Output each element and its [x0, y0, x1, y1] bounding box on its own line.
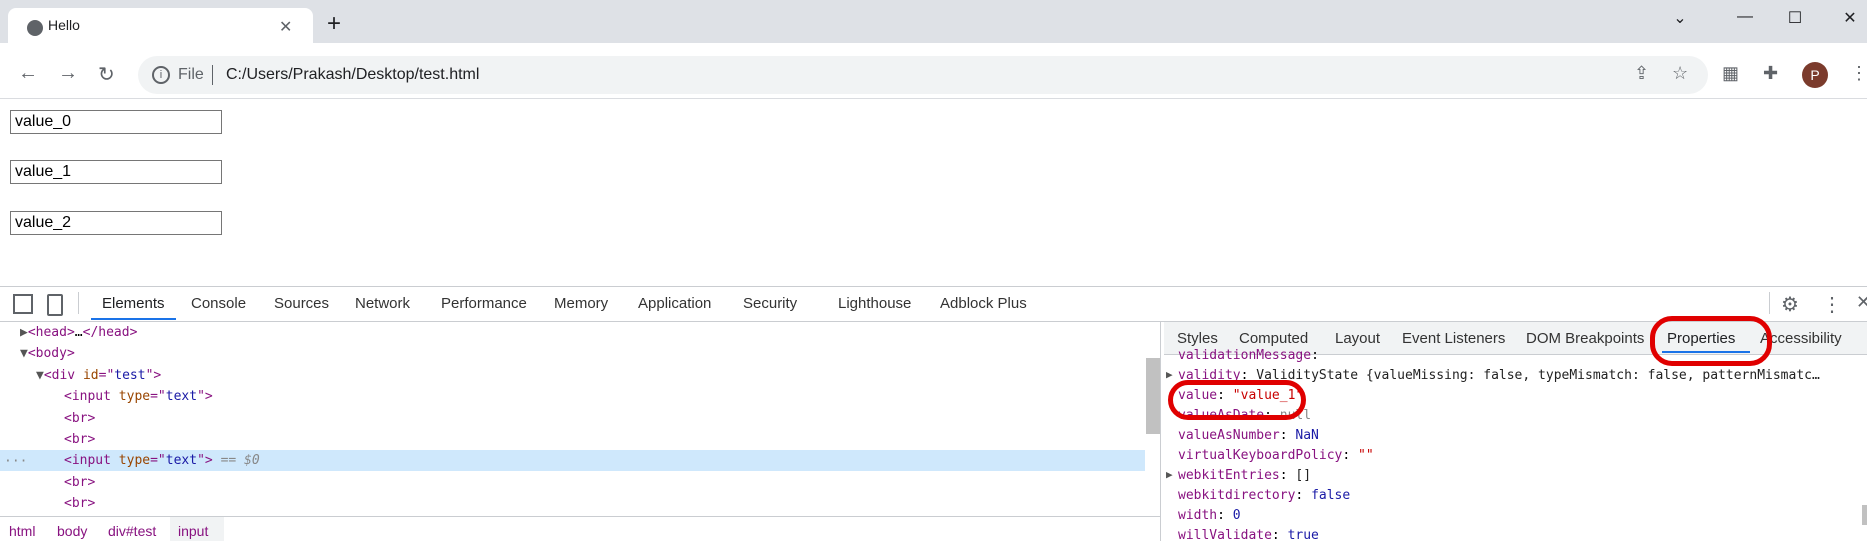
prop-webkitdirectory[interactable]: webkitdirectory: false: [1178, 488, 1350, 503]
prop-virtual-keyboard-policy[interactable]: virtualKeyboardPolicy: "": [1178, 448, 1374, 463]
dom-node-br[interactable]: <br>: [64, 411, 95, 432]
new-tab-icon[interactable]: +: [327, 12, 341, 36]
inspect-element-icon[interactable]: [13, 294, 33, 314]
tab-sources[interactable]: Sources: [274, 295, 329, 312]
dom-node-div[interactable]: ▼<div id="test">: [36, 368, 161, 389]
dom-node-br[interactable]: <br>: [64, 496, 95, 517]
tab-performance[interactable]: Performance: [441, 295, 527, 312]
menu-kebab-icon[interactable]: ⋮: [1850, 63, 1867, 84]
dom-node-input-1[interactable]: <input type="text"> == $0: [64, 453, 260, 474]
file-label: File: [178, 66, 204, 83]
row-ellipsis: ···: [4, 454, 28, 469]
share-icon[interactable]: ⇪: [1634, 63, 1649, 84]
qr-code-icon[interactable]: ▦: [1722, 63, 1739, 84]
minimize-icon[interactable]: —: [1725, 8, 1765, 34]
device-toolbar-icon[interactable]: [47, 294, 63, 316]
toolbar-divider: [1769, 292, 1770, 314]
close-window-icon[interactable]: ✕: [1830, 8, 1867, 34]
tab-accessibility[interactable]: Accessibility: [1760, 330, 1842, 347]
tab-title: Hello: [48, 17, 80, 33]
tab-memory[interactable]: Memory: [554, 295, 608, 312]
pane-divider[interactable]: [1160, 322, 1161, 541]
back-icon[interactable]: ←: [18, 62, 38, 85]
breadcrumb-input[interactable]: input: [178, 523, 208, 539]
dom-node-body[interactable]: ▼<body>: [20, 346, 75, 367]
omnibox-separator: [212, 65, 213, 85]
close-devtools-icon[interactable]: ✕: [1856, 292, 1867, 313]
prop-value-as-number[interactable]: valueAsNumber: NaN: [1178, 428, 1319, 443]
properties-scrollbar-thumb[interactable]: [1862, 505, 1867, 525]
breadcrumb-body[interactable]: body: [57, 523, 87, 539]
url-text[interactable]: C:/Users/Prakash/Desktop/test.html: [226, 66, 479, 84]
tab-console[interactable]: Console: [191, 295, 246, 312]
red-highlight-properties-tab: [1650, 316, 1772, 366]
tab-computed[interactable]: Computed: [1239, 330, 1308, 347]
bookmark-star-icon[interactable]: ☆: [1672, 63, 1688, 84]
tab-network[interactable]: Network: [355, 295, 410, 312]
tab-application[interactable]: Application: [638, 295, 711, 312]
maximize-icon[interactable]: ☐: [1775, 8, 1815, 34]
text-input-1[interactable]: [10, 160, 222, 184]
tab-security[interactable]: Security: [743, 295, 797, 312]
globe-icon: [27, 20, 43, 36]
expand-arrow-icon[interactable]: ▶: [1166, 368, 1173, 381]
breadcrumb-html[interactable]: html: [9, 523, 35, 539]
forward-icon[interactable]: →: [58, 62, 78, 85]
toolbar-divider: [78, 292, 79, 314]
breadcrumb-div[interactable]: div#test: [108, 523, 156, 539]
tab-event-listeners[interactable]: Event Listeners: [1402, 330, 1505, 347]
tab-elements[interactable]: Elements: [102, 295, 165, 312]
dom-node-head[interactable]: ▶<head>…</head>: [20, 325, 137, 346]
info-icon[interactable]: i: [152, 66, 170, 84]
expand-arrow-icon[interactable]: ▶: [1166, 468, 1173, 481]
prop-webkit-entries[interactable]: webkitEntries: []: [1178, 468, 1311, 483]
close-tab-icon[interactable]: ✕: [279, 17, 292, 37]
avatar[interactable]: P: [1802, 62, 1828, 88]
collapse-arrow-icon[interactable]: ▼: [20, 346, 28, 361]
prop-width[interactable]: width: 0: [1178, 508, 1241, 523]
text-input-2[interactable]: [10, 211, 222, 235]
prop-validation-message[interactable]: validationMessage:: [1178, 348, 1319, 363]
reload-icon[interactable]: ↻: [98, 62, 115, 87]
collapse-arrow-icon[interactable]: ▼: [36, 368, 44, 383]
tab-search-icon[interactable]: ⌄: [1660, 8, 1700, 34]
tab-lighthouse[interactable]: Lighthouse: [838, 295, 911, 312]
tab-adblock-plus[interactable]: Adblock Plus: [940, 295, 1027, 312]
expand-arrow-icon[interactable]: ▶: [20, 325, 28, 340]
extensions-icon[interactable]: ✚: [1763, 63, 1778, 84]
tab-layout[interactable]: Layout: [1335, 330, 1380, 347]
dom-node-br[interactable]: <br>: [64, 475, 95, 496]
dom-scrollbar-thumb[interactable]: [1146, 358, 1160, 434]
devtools-menu-icon[interactable]: ⋮: [1822, 292, 1842, 317]
red-highlight-value-property: [1168, 380, 1306, 420]
dom-node-br[interactable]: <br>: [64, 432, 95, 453]
text-input-0[interactable]: [10, 110, 222, 134]
settings-gear-icon[interactable]: ⚙: [1781, 292, 1799, 317]
dom-node-input-0[interactable]: <input type="text">: [64, 389, 213, 410]
tab-styles[interactable]: Styles: [1177, 330, 1218, 347]
active-tab-indicator: [91, 318, 176, 320]
tab-dom-breakpoints[interactable]: DOM Breakpoints: [1526, 330, 1644, 347]
